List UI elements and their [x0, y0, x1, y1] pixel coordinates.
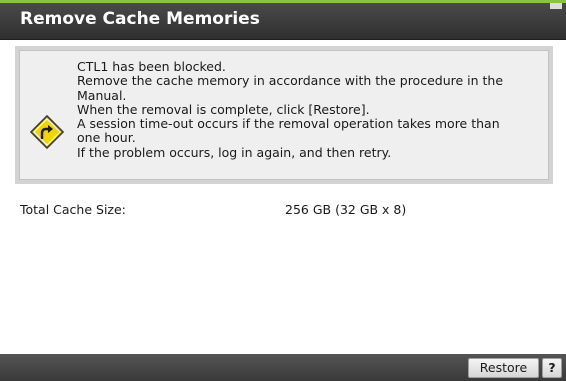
dialog-title-bar: Remove Cache Memories	[0, 3, 566, 40]
warning-message-box: CTL1 has been blocked. Remove the cache …	[15, 46, 553, 184]
restore-button[interactable]: Restore	[468, 358, 539, 378]
help-button[interactable]: ?	[542, 358, 562, 378]
message-line: Manual.	[77, 87, 127, 103]
title-bar-tab	[550, 3, 562, 9]
warning-icon	[30, 115, 64, 149]
message-line: A session time-out occurs if the removal…	[77, 116, 500, 132]
dialog-footer: Restore ?	[0, 354, 566, 381]
dialog-title: Remove Cache Memories	[20, 9, 260, 29]
total-cache-size-label: Total Cache Size:	[20, 202, 126, 217]
total-cache-size-value: 256 GB (32 GB x 8)	[285, 202, 407, 217]
message-line: If the problem occurs, log in again, and…	[77, 144, 392, 160]
warning-message-text: CTL1 has been blocked. Remove the cache …	[77, 59, 547, 160]
message-line: Remove the cache memory in accordance wi…	[77, 73, 504, 89]
message-line: one hour.	[77, 130, 136, 146]
warning-message-panel: CTL1 has been blocked. Remove the cache …	[19, 50, 549, 180]
message-line: When the removal is complete, click [Res…	[77, 101, 370, 117]
message-line: CTL1 has been blocked.	[77, 59, 226, 74]
